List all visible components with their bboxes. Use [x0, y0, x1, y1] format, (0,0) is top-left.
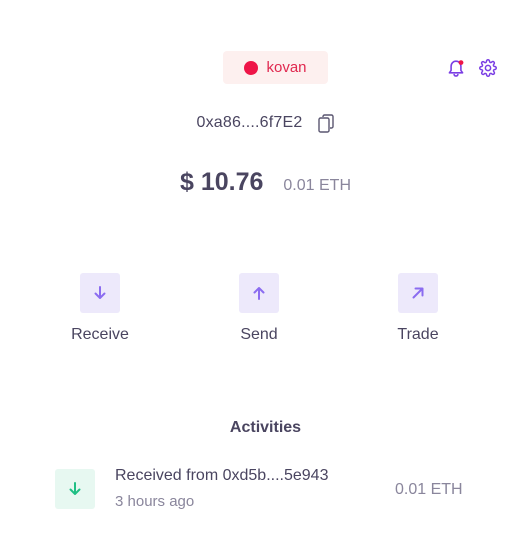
activity-time: 3 hours ago [115, 493, 195, 510]
receive-icon-box[interactable] [80, 273, 120, 313]
network-selector[interactable]: kovan [223, 51, 328, 84]
gear-icon[interactable] [478, 58, 498, 78]
trade-icon-box[interactable] [398, 273, 438, 313]
account-address-row: 0xa86....6f7E2 [0, 113, 531, 133]
bell-icon[interactable] [446, 58, 466, 78]
activity-received-icon [55, 469, 95, 509]
activity-item[interactable]: Received from 0xd5b....5e943 3 hours ago… [55, 465, 475, 513]
account-address: 0xa86....6f7E2 [196, 114, 303, 131]
arrow-down-icon [94, 286, 106, 299]
network-status-dot [244, 60, 259, 75]
receive-button[interactable]: Receive [50, 273, 150, 344]
activity-amount: 0.01 ETH [395, 481, 463, 498]
send-button[interactable]: Send [209, 273, 309, 344]
activity-title: Received from 0xd5b....5e943 [115, 467, 329, 484]
wallet-home: kovan 0xa86....6f7E2 $ 10.76 0.01 ETH Re… [0, 0, 531, 551]
balance: $ 10.76 0.01 ETH [0, 168, 531, 197]
send-icon-box[interactable] [239, 273, 279, 313]
trade-button[interactable]: Trade [368, 273, 468, 344]
trade-label: Trade [397, 326, 439, 343]
arrow-up-right-icon [412, 287, 424, 299]
network-name: kovan [266, 59, 307, 76]
balance-eth: 0.01 ETH [283, 177, 351, 194]
receive-label: Receive [71, 326, 129, 343]
send-label: Send [240, 326, 278, 343]
activities-heading: Activities [229, 419, 302, 436]
arrow-up-icon [253, 287, 265, 300]
balance-usd: $ 10.76 [179, 168, 264, 196]
copy-icon[interactable] [317, 113, 335, 133]
arrow-down-icon [69, 482, 81, 495]
